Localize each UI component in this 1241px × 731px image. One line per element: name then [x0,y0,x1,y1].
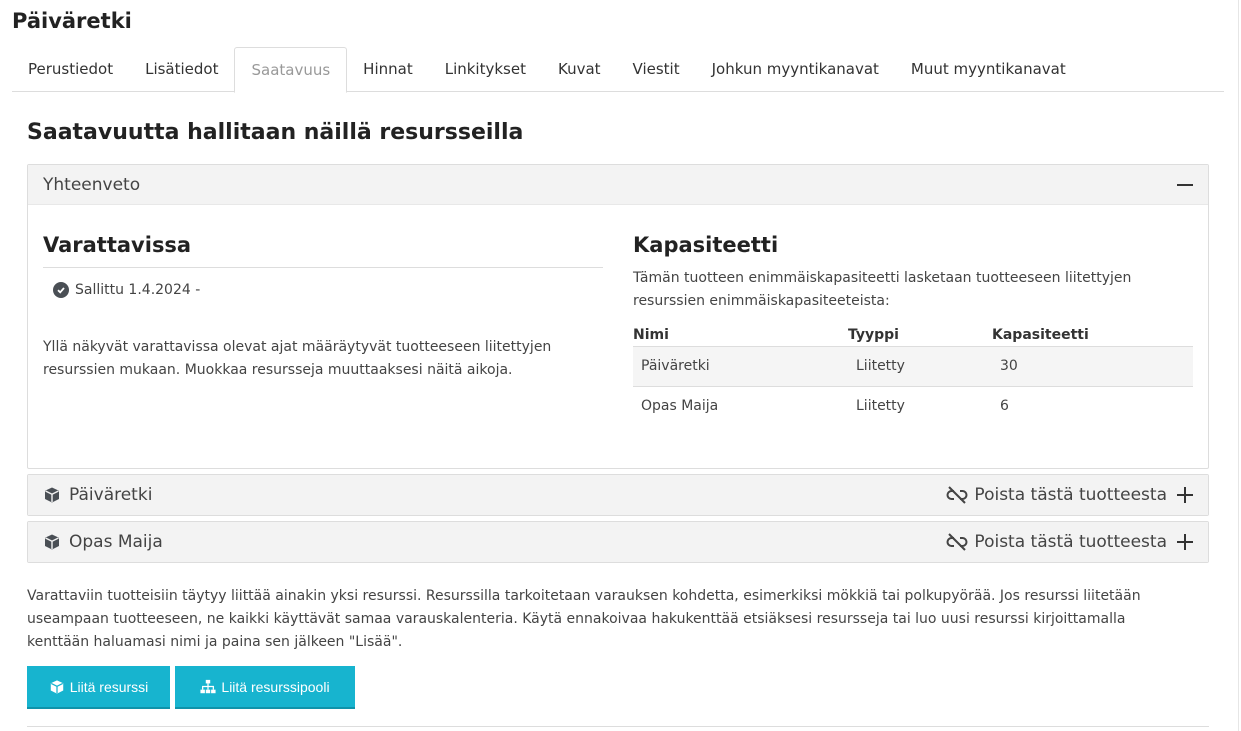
summary-panel-header[interactable]: Yhteenveto [28,165,1208,205]
expand-plus-icon[interactable] [1177,487,1193,503]
capacity-description: Tämän tuotteen enimmäiskapasiteetti lask… [633,270,1132,309]
tab-bar: Perustiedot Lisätiedot Saatavuus Hinnat … [12,47,1224,93]
tab-perustiedot[interactable]: Perustiedot [12,47,129,92]
tab-johkun-myyntikanavat[interactable]: Johkun myyntikanavat [696,47,895,92]
cell-capacity: 6 [1000,398,1009,415]
remove-label: Poista tästä tuotteesta [974,485,1167,505]
cube-icon [43,533,61,551]
remove-label: Poista tästä tuotteesta [974,532,1167,552]
tab-viestit[interactable]: Viestit [617,47,696,92]
bookable-info: Yllä näkyvät varattavissa olevat ajat mä… [43,339,552,378]
capacity-column: Kapasiteetti Tämän tuotteen enimmäiskapa… [633,233,1193,426]
cell-type: Liitetty [848,346,992,387]
bookable-status: Sallittu 1.4.2024 - [43,278,603,302]
cell-type: Liitetty [856,398,905,415]
attach-pool-label: Liitä resurssipooli [221,678,330,695]
bookable-title: Varattavissa [43,233,603,268]
tab-kuvat[interactable]: Kuvat [542,47,617,92]
resource-panel-header[interactable]: Opas Maija Poista tästä tuotteesta [28,522,1208,562]
resource-name: Opas Maija [69,532,163,552]
summary-header-label: Yhteenveto [43,174,141,195]
column-header-name: Nimi [633,324,848,347]
column-header-type: Tyyppi [848,324,992,347]
resource-panel-header[interactable]: Päiväretki Poista tästä tuotteesta [28,475,1208,515]
page-title: Päiväretki [12,9,132,33]
resource-panel: Päiväretki Poista tästä tuotteesta [27,474,1209,516]
attach-resource-pool-button[interactable]: Liitä resurssipooli [175,666,355,709]
capacity-title: Kapasiteetti [633,233,779,257]
cell-name: Opas Maija [641,398,719,415]
sitemap-icon [200,679,216,693]
resource-panel: Opas Maija Poista tästä tuotteesta [27,521,1209,563]
remove-from-product-button[interactable]: Poista tästä tuotteesta [946,485,1167,505]
cube-icon [50,679,63,694]
capacity-table: Nimi Tyyppi Kapasiteetti Päiväretki Liit… [633,324,1193,426]
tab-lisatiedot[interactable]: Lisätiedot [129,47,234,92]
summary-panel: Yhteenveto Varattavissa Sallittu 1.4.202… [27,164,1209,469]
cell-name: Päiväretki [633,346,848,387]
scrollbar-edge [1238,0,1239,731]
check-circle-icon [53,282,69,298]
bookable-status-text: Sallittu 1.4.2024 - [75,282,201,298]
unlink-icon [946,533,968,551]
help-text: Varattaviin tuotteisiin täytyy liittää a… [27,588,1141,650]
section-heading: Saatavuutta hallitaan näillä resursseill… [27,120,524,145]
tab-saatavuus[interactable]: Saatavuus [234,47,348,93]
resource-name: Päiväretki [69,485,153,505]
column-header-capacity: Kapasiteetti [992,324,1193,347]
collapse-icon[interactable] [1177,183,1193,186]
tab-muut-myyntikanavat[interactable]: Muut myyntikanavat [895,47,1082,92]
unlink-icon [946,486,968,504]
remove-from-product-button[interactable]: Poista tästä tuotteesta [946,532,1167,552]
expand-plus-icon[interactable] [1177,534,1193,550]
table-row: Opas Maija Liitetty 6 [633,386,1193,426]
tab-linkitykset[interactable]: Linkitykset [429,47,542,92]
attach-resource-label: Liitä resurssi [69,678,149,695]
bookable-column: Varattavissa Sallittu 1.4.2024 - Yllä nä… [43,233,603,382]
cell-capacity: 30 [992,346,1193,387]
attach-resource-button[interactable]: Liitä resurssi [27,666,170,709]
table-row: Päiväretki Liitetty 30 [633,346,1193,387]
divider [27,726,1209,727]
cube-icon [43,486,61,504]
tab-hinnat[interactable]: Hinnat [347,47,429,92]
